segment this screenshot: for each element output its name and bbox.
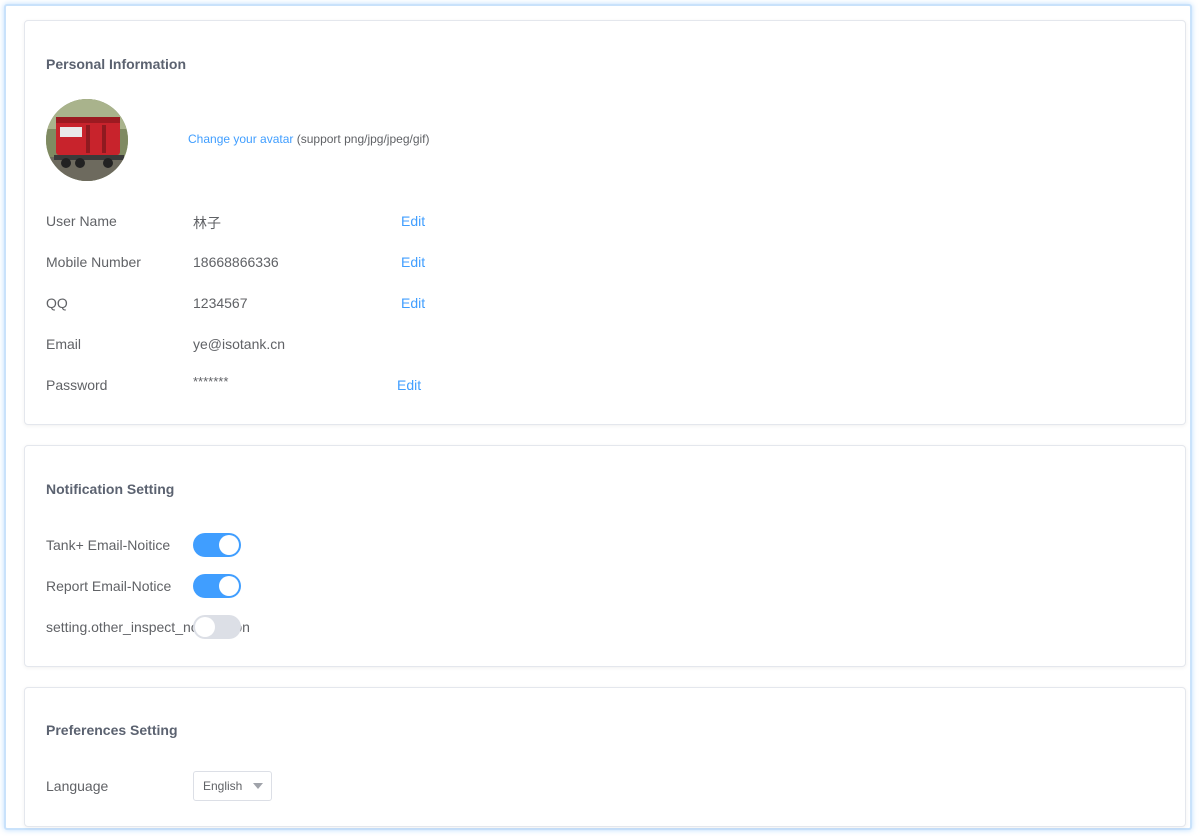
preferences-setting-title: Preferences Setting <box>46 722 178 738</box>
change-avatar-link[interactable]: Change your avatar <box>188 132 293 146</box>
email-label: Email <box>46 336 82 352</box>
user-name-value: 林子 <box>193 215 221 231</box>
mobile-number-value: 18668866336 <box>193 254 279 270</box>
avatar-format-hint: (support png/jpg/jpeg/gif) <box>293 132 430 146</box>
toggle-knob <box>195 617 215 637</box>
edit-qq-button[interactable]: Edit <box>401 295 425 311</box>
user-name-label: User Name <box>46 213 117 229</box>
personal-information-title: Personal Information <box>46 56 187 72</box>
edit-mobile-number-button[interactable]: Edit <box>401 254 425 270</box>
password-label: Password <box>46 377 108 393</box>
qq-value: 1234567 <box>193 295 248 311</box>
tank-email-notice-label: Tank+ Email-Noitice <box>46 537 171 553</box>
notification-setting-title: Notification Setting <box>46 481 175 497</box>
email-value: ye@isotank.cn <box>193 336 286 352</box>
password-value: ******* <box>193 374 229 389</box>
app-frame: Personal Information Change your avatar … <box>4 4 1192 830</box>
avatar-change-text: Change your avatar (support png/jpg/jpeg… <box>188 132 430 146</box>
other-inspect-notification-toggle[interactable] <box>193 615 241 639</box>
edit-password-button[interactable]: Edit <box>397 377 421 393</box>
preferences-setting-card: Preferences Setting Language English <box>24 687 1186 827</box>
edit-user-name-button[interactable]: Edit <box>401 213 425 229</box>
personal-information-card: Personal Information Change your avatar … <box>24 20 1186 425</box>
toggle-knob <box>219 535 239 555</box>
toggle-knob <box>219 576 239 596</box>
report-email-notice-label: Report Email-Notice <box>46 578 172 594</box>
report-email-notice-toggle[interactable] <box>193 574 241 598</box>
avatar[interactable] <box>46 99 128 181</box>
tank-email-notice-toggle[interactable] <box>193 533 241 557</box>
mobile-number-label: Mobile Number <box>46 254 141 270</box>
language-select[interactable]: English <box>193 771 272 801</box>
qq-label: QQ <box>46 295 68 311</box>
language-label: Language <box>46 778 109 794</box>
notification-setting-card: Notification Setting Tank+ Email-Noitice… <box>24 445 1186 667</box>
caret-down-icon <box>253 783 263 789</box>
language-select-value: English <box>203 779 243 793</box>
avatar-image <box>46 99 128 181</box>
